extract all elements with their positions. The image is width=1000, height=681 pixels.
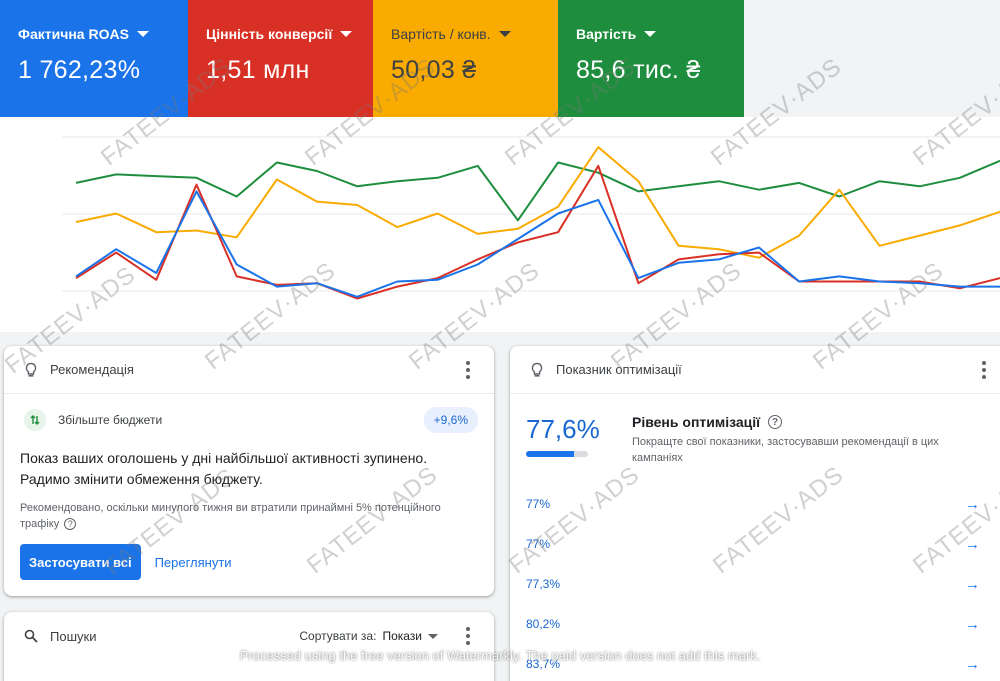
kpi-label: Вартість xyxy=(576,26,637,42)
optimization-title: Рівень оптимізації xyxy=(632,414,761,430)
kpi-value: 1 762,23% xyxy=(18,56,141,84)
more-options-icon[interactable] xyxy=(458,360,478,380)
card-title: Рекомендація xyxy=(50,362,134,377)
view-button[interactable]: Переглянути xyxy=(155,555,232,570)
sort-label: Сортувати за: xyxy=(299,629,377,643)
caret-down-icon xyxy=(428,633,438,639)
campaign-score: 80,2% xyxy=(526,617,561,631)
more-options-icon[interactable] xyxy=(974,360,994,380)
card-title: Показник оптимізації xyxy=(556,362,682,377)
caret-down-icon xyxy=(644,31,657,37)
list-item[interactable]: 83,7% → xyxy=(510,644,1000,681)
chart-series-line-0 xyxy=(75,159,1000,222)
kpi-row: Фактична ROAS 1 762,23% Цінність конверс… xyxy=(0,0,744,117)
kpi-value: 85,6 тис. ₴ xyxy=(576,56,701,84)
kpi-label: Цінність конверсії xyxy=(206,26,333,42)
help-icon[interactable]: ? xyxy=(768,415,783,429)
recommendation-note: Рекомендовано, оскільки минулого тижня в… xyxy=(20,502,441,531)
lightbulb-icon xyxy=(25,362,37,377)
help-icon[interactable]: ? xyxy=(64,518,77,531)
caret-down-icon xyxy=(340,31,353,37)
list-item[interactable]: 77,3% → xyxy=(510,564,1000,604)
optimization-summary: 77,6% Рівень оптимізації? Покращте свої … xyxy=(510,394,1000,466)
performance-chart xyxy=(0,117,1000,332)
campaign-score-list: 77% → 77% → 77,3% → 80,2% → 83,7% → xyxy=(510,484,1000,681)
optimization-score: 77,6% xyxy=(526,414,632,466)
kpi-tile-roas[interactable]: Фактична ROAS 1 762,23% xyxy=(0,0,188,117)
card-title: Пошуки xyxy=(50,628,97,644)
more-options-icon[interactable] xyxy=(458,626,478,646)
campaign-score: 77% xyxy=(526,537,551,551)
recommendation-text: Показ ваших оголошень у дні найбільшої а… xyxy=(20,450,428,487)
uplift-chip: +9,6% xyxy=(423,407,478,433)
caret-down-icon xyxy=(498,31,511,37)
arrow-right-icon[interactable]: → xyxy=(965,576,980,593)
recommendation-item[interactable]: Збільште бюджети +9,6% xyxy=(4,394,494,446)
lightbulb-icon xyxy=(531,362,543,377)
recommendation-name: Збільште бюджети xyxy=(58,413,163,427)
kpi-value: 1,51 млн xyxy=(206,56,310,84)
optimization-description: Рівень оптимізації? Покращте свої показн… xyxy=(632,414,977,466)
arrow-right-icon[interactable]: → xyxy=(965,536,980,553)
arrow-right-icon[interactable]: → xyxy=(965,616,980,633)
progress-fill xyxy=(526,451,575,457)
chart-series-line-1 xyxy=(75,146,1000,259)
arrow-right-icon[interactable]: → xyxy=(965,496,980,513)
card-header: Рекомендація xyxy=(4,346,494,394)
sort-dropdown[interactable]: Покази xyxy=(382,629,438,643)
card-header: Пошуки Сортувати за: Покази xyxy=(4,612,494,660)
kpi-label: Вартість / конв. xyxy=(391,26,491,42)
search-icon xyxy=(24,629,38,643)
campaign-score: 83,7% xyxy=(526,657,561,671)
kpi-label: Фактична ROAS xyxy=(18,26,129,42)
optimization-progress-bar xyxy=(526,451,588,457)
kpi-value: 50,03 ₴ xyxy=(391,56,477,84)
arrow-right-icon[interactable]: → xyxy=(965,656,980,673)
campaign-score: 77,3% xyxy=(526,577,561,591)
list-item[interactable]: 77% → xyxy=(510,484,1000,524)
budget-trend-icon xyxy=(24,409,46,431)
kpi-tile-cost-per-conversion[interactable]: Вартість / конв. 50,03 ₴ xyxy=(373,0,558,117)
kpi-tile-cost[interactable]: Вартість 85,6 тис. ₴ xyxy=(558,0,744,117)
recommendation-actions: Застосувати всі Переглянути xyxy=(4,544,494,580)
apply-all-button[interactable]: Застосувати всі xyxy=(20,544,141,580)
card-header: Показник оптимізації xyxy=(510,346,1000,394)
optimization-hint: Покращте свої показники, застосувавши ре… xyxy=(632,436,939,464)
list-item[interactable]: 80,2% → xyxy=(510,604,1000,644)
optimization-score-card: Показник оптимізації 77,6% Рівень оптимі… xyxy=(510,346,1000,681)
kpi-tile-conversion-value[interactable]: Цінність конверсії 1,51 млн xyxy=(188,0,373,117)
chart-svg xyxy=(62,136,1000,300)
searches-card: Пошуки Сортувати за: Покази xyxy=(4,612,494,681)
recommendation-card: Рекомендація Збільште бюджети +9,6% Пока… xyxy=(4,346,494,596)
list-item[interactable]: 77% → xyxy=(510,524,1000,564)
campaign-score: 77% xyxy=(526,497,551,511)
optimization-score-value: 77,6% xyxy=(526,414,600,444)
dashboard: Фактична ROAS 1 762,23% Цінність конверс… xyxy=(0,0,1000,681)
caret-down-icon xyxy=(136,31,149,37)
